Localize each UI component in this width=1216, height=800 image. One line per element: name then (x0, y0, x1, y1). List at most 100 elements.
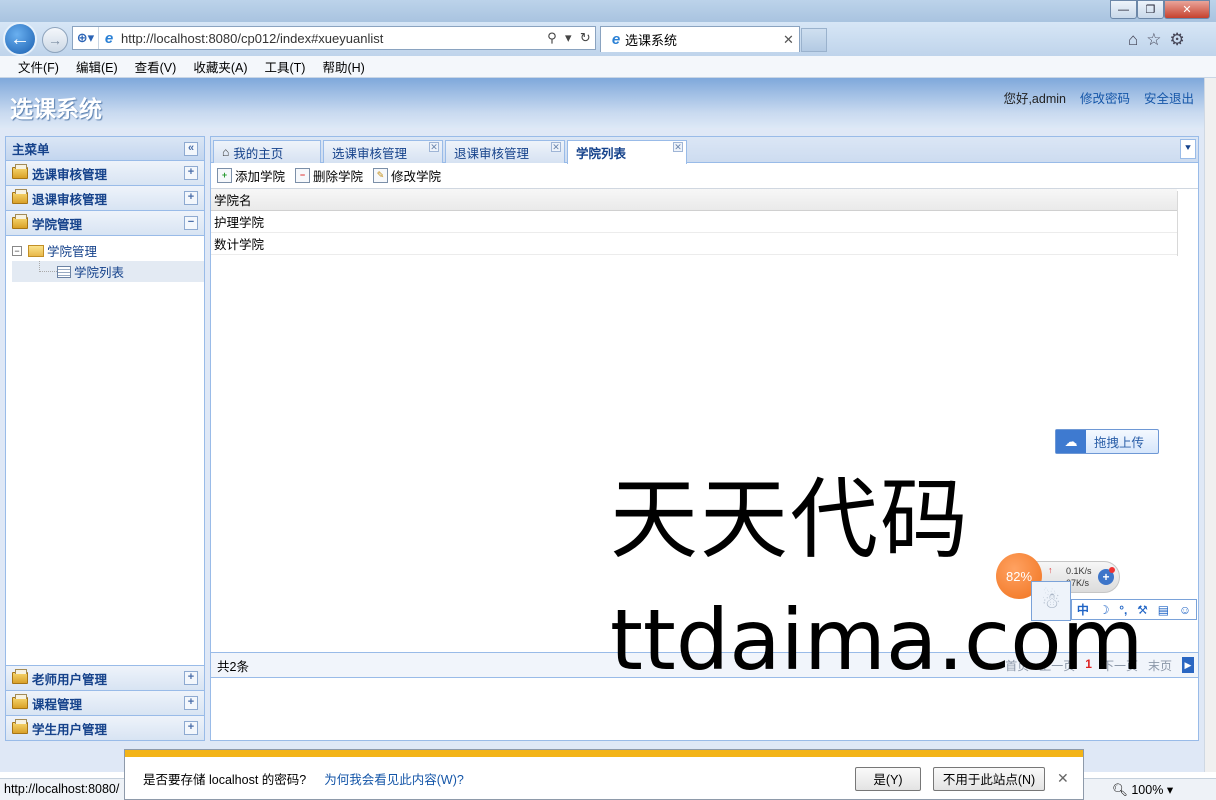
box-icon (12, 669, 28, 684)
save-password-yes-button[interactable]: 是(Y) (855, 766, 921, 791)
gear-icon[interactable]: ⚙ (1170, 30, 1185, 50)
box-icon (12, 719, 28, 734)
expand-icon[interactable]: + (184, 721, 198, 735)
tree-node-college-management[interactable]: − 学院管理 (12, 240, 204, 261)
notification-accent-bar (125, 750, 1083, 757)
user-greeting: 您好,admin (1003, 92, 1066, 106)
tab-drop-course-audit[interactable]: 退课审核管理 ✕ (445, 140, 565, 163)
maximize-button[interactable]: ❐ (1137, 0, 1164, 19)
close-tab-icon[interactable]: ✕ (673, 142, 683, 152)
ime-clipboard-icon[interactable]: ▤ (1158, 603, 1169, 617)
menu-file[interactable]: 文件(F) (18, 57, 59, 76)
tab-college-list[interactable]: 学院列表 ✕ (567, 140, 687, 164)
pager-arrow-icon[interactable]: ▶ (1182, 656, 1194, 673)
address-bar[interactable]: ⊕▾ e http://localhost:8080/cp012/index#x… (72, 26, 596, 50)
close-window-button[interactable]: ✕ (1164, 0, 1210, 19)
box-icon (12, 694, 28, 709)
ime-smiley-icon[interactable]: ☺ (1179, 603, 1191, 617)
ime-chinese-icon[interactable]: 中 (1077, 601, 1089, 618)
address-tools: ⚲ ▾ ↻ (543, 30, 595, 46)
delete-college-button[interactable]: − 删除学院 (295, 166, 363, 185)
back-button[interactable]: ← (3, 22, 37, 56)
close-tab-icon[interactable]: ✕ (783, 32, 799, 48)
expand-icon[interactable]: + (184, 166, 198, 180)
browser-tab-active[interactable]: e 选课系统 ✕ (600, 26, 800, 52)
ime-punctuation-icon[interactable]: °, (1119, 603, 1127, 617)
pager-prev[interactable]: 上一页 (1039, 657, 1075, 674)
page-scrollbar[interactable] (1204, 78, 1216, 772)
drag-upload-button[interactable]: ☁ 拖拽上传 (1055, 429, 1159, 454)
compat-view-icon[interactable]: ⊕▾ (73, 27, 99, 49)
new-tab-button[interactable] (801, 28, 827, 52)
save-password-notification: 是否要存储 localhost 的密码? 为何我会看见此内容(W)? 是(Y) … (124, 749, 1084, 800)
expand-icon[interactable]: + (184, 191, 198, 205)
window-titlebar: — ❐ ✕ (0, 0, 1216, 24)
tab-label: 选课审核管理 (332, 146, 408, 161)
pager-next[interactable]: 下一页 (1102, 657, 1138, 674)
menu-view[interactable]: 查看(V) (135, 57, 177, 76)
add-college-button[interactable]: + 添加学院 (217, 166, 285, 185)
change-password-link[interactable]: 修改密码 (1080, 88, 1130, 107)
close-tab-icon[interactable]: ✕ (429, 142, 439, 152)
menu-edit[interactable]: 编辑(E) (76, 57, 118, 76)
tab-list-dropdown-icon[interactable]: ⯆ (1180, 139, 1196, 159)
menu-tools[interactable]: 工具(T) (264, 57, 305, 76)
ime-wrench-icon[interactable]: ⚒ (1137, 603, 1148, 617)
accordion-select-course-audit[interactable]: 选课审核管理 + (6, 161, 204, 186)
column-header-college-name[interactable]: 学院名 (214, 190, 252, 209)
accordion-teacher-users[interactable]: 老师用户管理 + (6, 665, 204, 690)
accordion-student-users[interactable]: 学生用户管理 + (6, 715, 204, 740)
main-menu-header: 主菜单 « (6, 137, 204, 161)
refresh-icon[interactable]: ↻ (580, 30, 591, 46)
browser-tab-title: 选课系统 (625, 33, 678, 48)
url-text[interactable]: http://localhost:8080/cp012/index#xueyua… (119, 31, 543, 46)
accordion-college-management[interactable]: 学院管理 − (6, 211, 204, 236)
notification-dot-icon (1109, 567, 1115, 573)
table-row[interactable]: 护理学院 (211, 211, 1177, 233)
dropdown-icon[interactable]: ▾ (565, 30, 572, 46)
browser-navbar: ← → ⊕▾ e http://localhost:8080/cp012/ind… (0, 22, 1216, 56)
pager: 共2条 首页 上一页 1 下一页 末页 ▶ (211, 652, 1198, 678)
why-see-this-link[interactable]: 为何我会看见此内容(W)? (324, 769, 855, 788)
accordion-label: 老师用户管理 (32, 672, 108, 687)
minimize-button[interactable]: — (1110, 0, 1137, 19)
tree-node-college-list[interactable]: 学院列表 (12, 261, 204, 282)
collapse-panel-icon[interactable]: « (184, 141, 198, 156)
table-row[interactable]: 数计学院 (211, 233, 1177, 255)
browser-right-tools: ⌂ ☆ ⚙ (1128, 30, 1185, 50)
close-notification-icon[interactable]: ✕ (1057, 770, 1077, 787)
accordion-course-management[interactable]: 课程管理 + (6, 690, 204, 715)
forward-button[interactable]: → (42, 27, 68, 53)
app-title: 选课系统 (10, 96, 102, 122)
list-icon (57, 265, 71, 278)
menu-help[interactable]: 帮助(H) (322, 57, 364, 76)
ime-moon-icon[interactable]: ☽ (1099, 603, 1110, 617)
logout-link[interactable]: 安全退出 (1144, 88, 1194, 107)
pager-current: 1 (1085, 656, 1092, 671)
tree-node-label: 学院管理 (47, 245, 98, 259)
college-toolbar: + 添加学院 − 删除学院 ✎ 修改学院 (211, 163, 1198, 189)
tab-select-course-audit[interactable]: 选课审核管理 ✕ (323, 140, 443, 163)
expand-icon[interactable]: + (184, 696, 198, 710)
never-for-site-button[interactable]: 不用于此站点(N) (933, 766, 1045, 791)
expand-icon[interactable]: + (184, 671, 198, 685)
accordion-drop-course-audit[interactable]: 退课审核管理 + (6, 186, 204, 211)
tab-home[interactable]: ⌂ 我的主页 (213, 140, 321, 163)
tree-collapse-icon[interactable]: − (12, 245, 22, 256)
accordion-label: 选课审核管理 (32, 167, 108, 182)
pager-first[interactable]: 首页 (1005, 657, 1029, 674)
tree-connector (39, 261, 57, 272)
search-icon[interactable]: ⚲ (547, 30, 557, 46)
home-icon[interactable]: ⌂ (1128, 30, 1138, 50)
cell-college-name: 数计学院 (214, 238, 265, 252)
forward-arrow-icon: → (48, 32, 62, 48)
favorites-star-icon[interactable]: ☆ (1146, 30, 1161, 50)
grid-header: 学院名 (211, 189, 1177, 211)
zoom-level[interactable]: 🔍︎ 100% ▾ (1112, 782, 1173, 798)
pager-last[interactable]: 末页 (1148, 657, 1172, 674)
ime-avatar-icon[interactable]: ☃ (1031, 581, 1071, 621)
menu-favorites[interactable]: 收藏夹(A) (193, 57, 247, 76)
collapse-icon[interactable]: − (184, 216, 198, 230)
close-tab-icon[interactable]: ✕ (551, 142, 561, 152)
edit-college-button[interactable]: ✎ 修改学院 (373, 166, 441, 185)
